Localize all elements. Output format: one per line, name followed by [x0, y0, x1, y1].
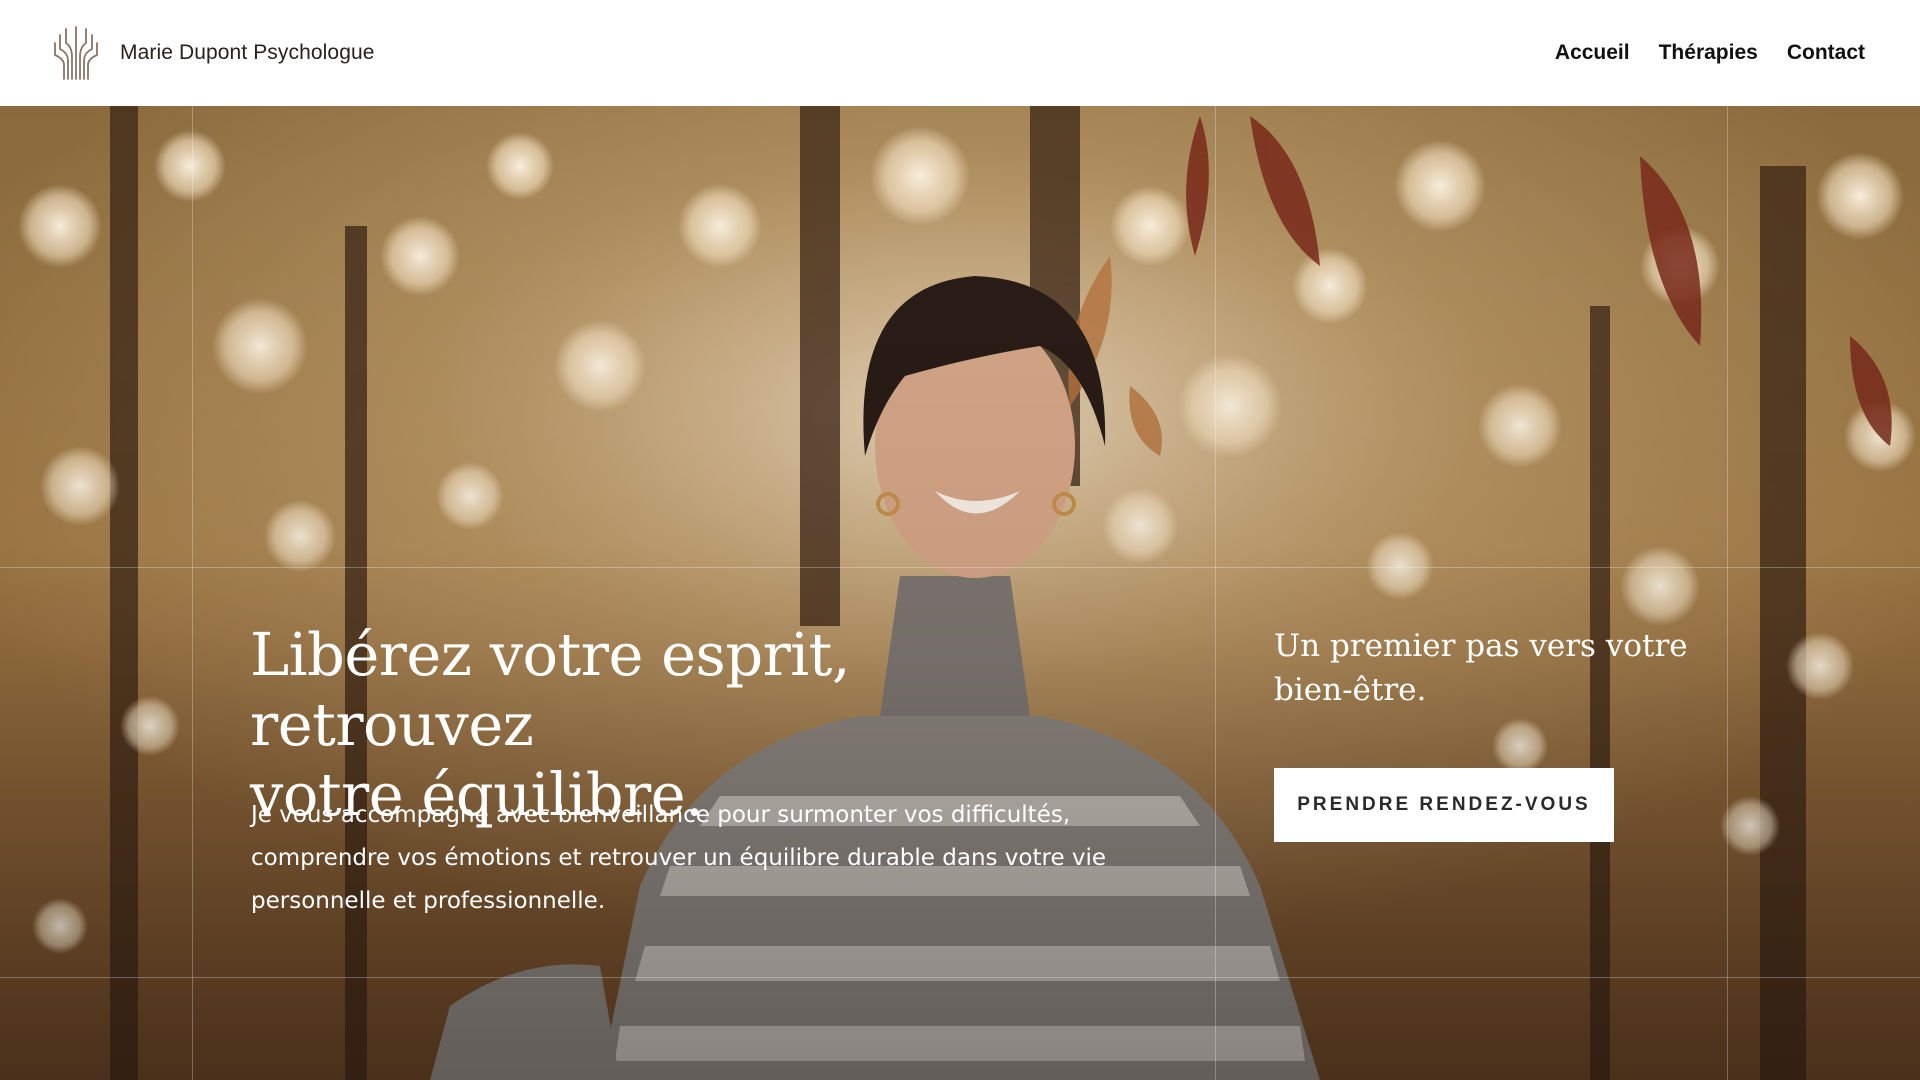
hero-subheading: Un premier pas vers votre bien-être. [1274, 624, 1734, 712]
nav-link-contact[interactable]: Contact [1787, 41, 1865, 65]
site-header: Marie Dupont Psychologue Accueil Thérapi… [0, 0, 1920, 106]
hero-section: Libérez votre esprit, retrouvez votre éq… [0, 106, 1920, 1080]
brand-link[interactable]: Marie Dupont Psychologue [52, 25, 375, 81]
hero-title-line-1: Libérez votre esprit, retrouvez [250, 620, 851, 759]
grid-line [1215, 106, 1216, 1080]
brand-name: Marie Dupont Psychologue [120, 41, 375, 64]
page: Marie Dupont Psychologue Accueil Thérapi… [0, 0, 1920, 1080]
hero-subheading-line-2: bien-être. [1274, 672, 1427, 708]
nav-link-therapies[interactable]: Thérapies [1659, 41, 1758, 65]
nav-link-accueil[interactable]: Accueil [1555, 41, 1630, 65]
hero-description: Je vous accompagne avec bienveillance po… [251, 802, 1107, 914]
main-nav: Accueil Thérapies Contact [1555, 41, 1865, 65]
tree-branches-logo-icon [54, 26, 98, 80]
grid-line [0, 567, 1920, 568]
hero-subheading-line-1: Un premier pas vers votre [1274, 628, 1688, 664]
grid-line [1727, 106, 1728, 1080]
book-appointment-button[interactable]: PRENDRE RENDEZ-VOUS [1274, 768, 1614, 842]
hero-background-photo [0, 106, 1920, 1080]
grid-line [192, 106, 193, 1080]
grid-line [0, 977, 1920, 978]
